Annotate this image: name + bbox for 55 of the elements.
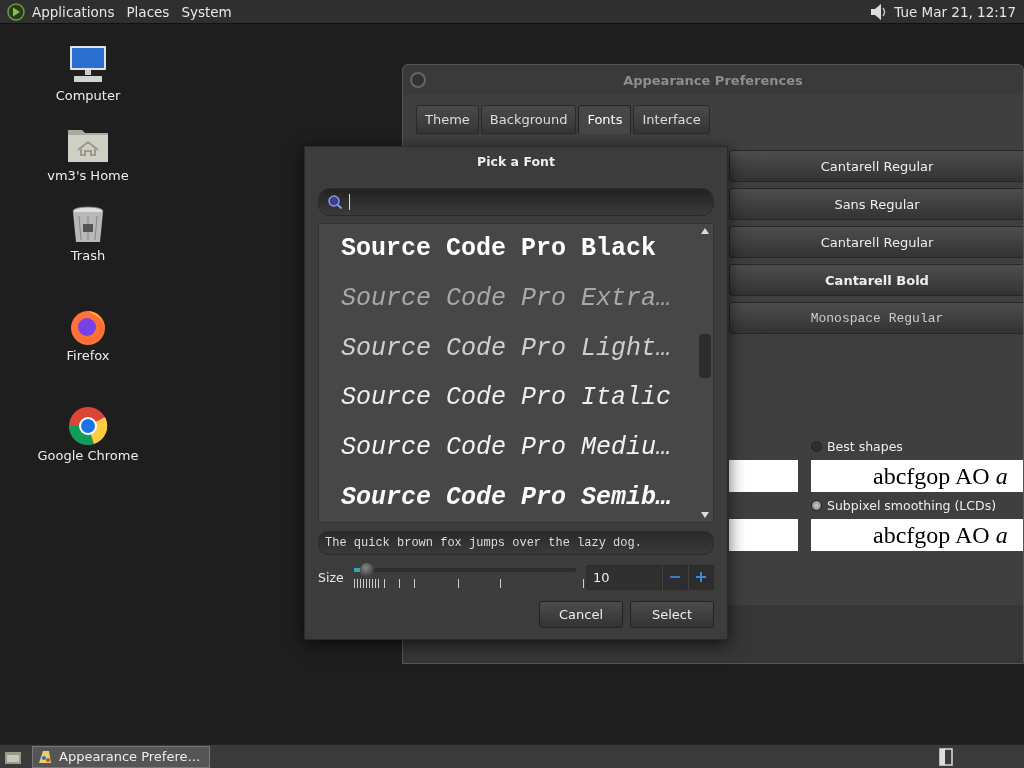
dialog-button[interactable]: Cancel — [539, 601, 623, 628]
radio-button[interactable] — [811, 441, 822, 452]
dialog-button[interactable]: Select — [630, 601, 714, 628]
size-field[interactable]: 10 — [586, 564, 662, 590]
size-label: Size — [318, 569, 344, 585]
font-list-item[interactable]: Source Code Pro Mediu… — [341, 432, 697, 462]
font-button[interactable]: Cantarell Bold — [729, 264, 1023, 296]
scroll-up-icon[interactable] — [701, 228, 709, 234]
scrollbar-thumb[interactable] — [699, 334, 711, 378]
clock[interactable]: Tue Mar 21, 12:17 — [888, 3, 1018, 20]
font-sample: abcfgop AO a — [811, 460, 1023, 492]
font-button[interactable]: Cantarell Regular — [729, 150, 1023, 182]
taskbar-button[interactable]: Appearance Prefere… — [32, 745, 210, 768]
font-sample: abcfgop AO a — [811, 519, 1023, 551]
font-list-item[interactable]: Source Code Pro Extra… — [341, 284, 697, 313]
scroll-down-icon[interactable] — [701, 512, 709, 518]
font-list-item[interactable]: Source Code Pro Semib… — [341, 482, 697, 512]
decrement-button[interactable] — [662, 564, 688, 590]
desktop-icon-label[interactable]: Computer — [55, 88, 121, 103]
slider-thumb[interactable] — [360, 563, 374, 577]
radio-label[interactable]: Best shapes — [827, 439, 903, 454]
panel-menu[interactable]: Places — [120, 3, 176, 20]
sample-preview — [729, 519, 798, 551]
font-button[interactable]: Sans Regular — [729, 188, 1023, 220]
desktop-icon-label[interactable]: Trash — [70, 248, 106, 263]
size-slider[interactable] — [353, 563, 576, 577]
font-button[interactable]: Monospace Regular — [729, 302, 1023, 334]
search-icon — [327, 194, 343, 210]
tab[interactable]: Background — [480, 105, 577, 134]
search-field[interactable] — [318, 188, 714, 216]
text-cursor — [349, 194, 350, 210]
desktop-icon-label[interactable]: vm3's Home — [47, 168, 129, 183]
sample-preview — [729, 460, 798, 492]
tab[interactable]: Theme — [416, 105, 479, 134]
panel-menu[interactable]: System — [175, 3, 238, 20]
increment-button[interactable] — [688, 564, 714, 590]
workspace-icon[interactable] — [938, 746, 954, 767]
radio-button[interactable] — [811, 500, 822, 511]
window-title: Appearance Preferences — [623, 72, 803, 88]
preview-field[interactable]: The quick brown fox jumps over the lazy dog. — [318, 531, 714, 555]
tab[interactable]: Interface — [633, 105, 710, 134]
dialog-title: Pick a Font — [476, 153, 556, 171]
font-button[interactable]: Cantarell Regular — [729, 226, 1023, 258]
tab[interactable]: Fonts — [578, 105, 632, 134]
font-list-item[interactable]: Source Code Pro Black — [341, 234, 697, 264]
palette-icon — [37, 748, 53, 765]
plus-icon — [695, 571, 707, 583]
desktop-icon-label[interactable]: Firefox — [66, 348, 110, 363]
desktop-icon-label[interactable]: Google Chrome — [37, 448, 139, 463]
radio-label[interactable]: Subpixel smoothing (LCDs) — [827, 498, 997, 513]
start-menu-icon[interactable] — [6, 1, 26, 22]
font-list-item[interactable]: Source Code Pro Light… — [341, 333, 697, 363]
font-list-item[interactable]: Source Code Pro Italic — [341, 383, 697, 413]
panel-menu[interactable]: Applications — [26, 3, 121, 20]
taskbar-label: Appearance Prefere… — [59, 749, 201, 764]
